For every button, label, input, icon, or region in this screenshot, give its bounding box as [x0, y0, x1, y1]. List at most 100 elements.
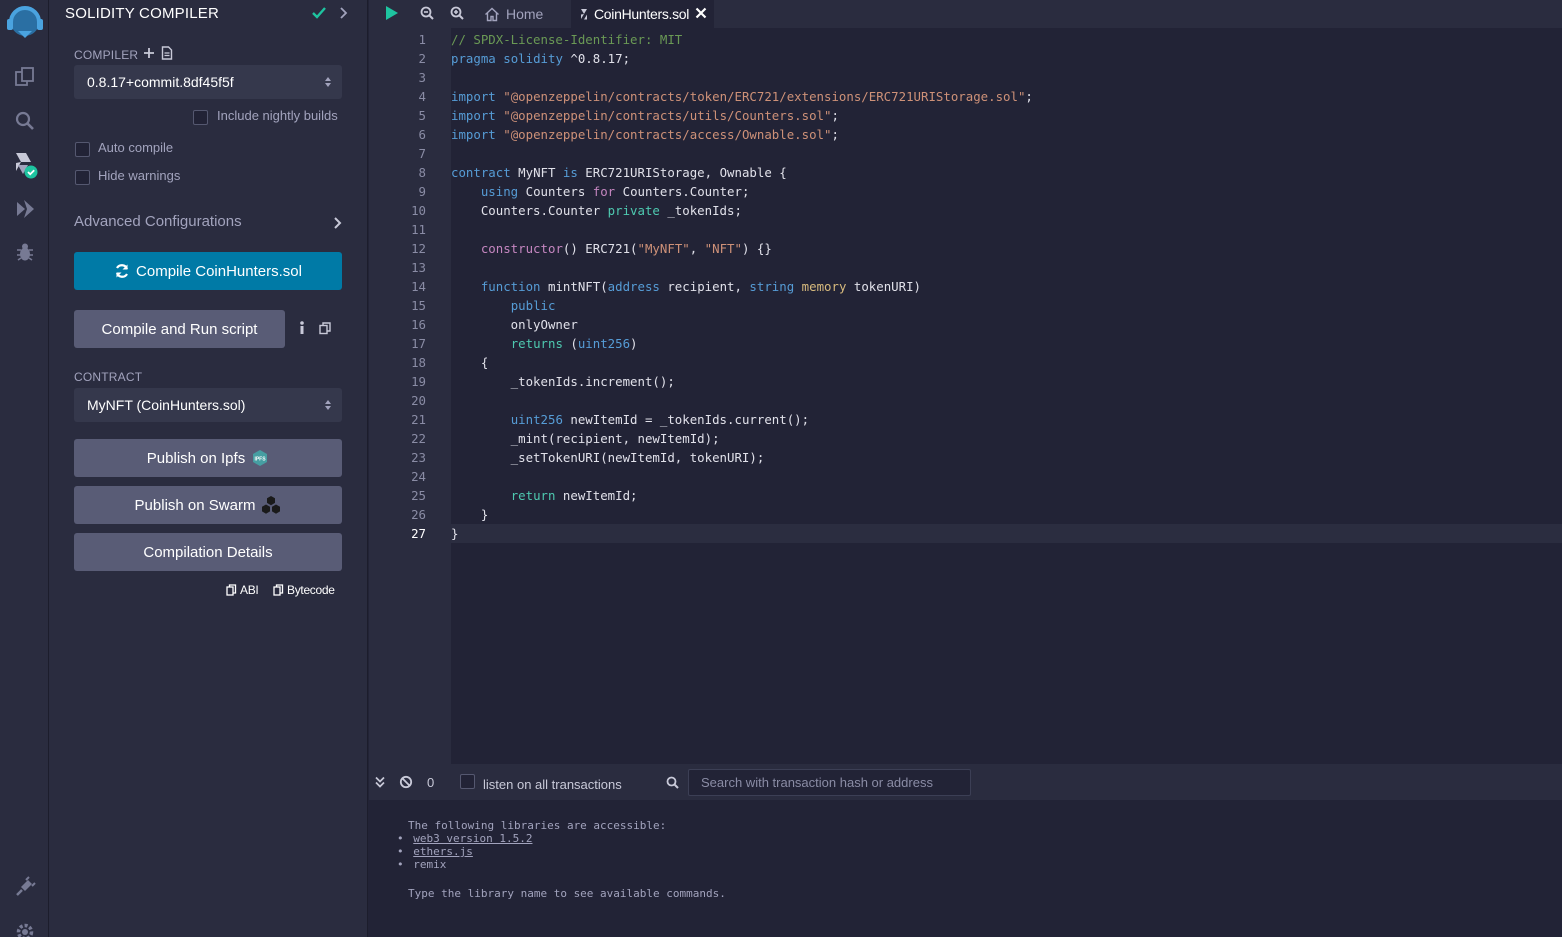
debugger-icon[interactable]: [0, 232, 49, 272]
code-line[interactable]: [451, 220, 1562, 239]
code-line[interactable]: [451, 258, 1562, 277]
code-line[interactable]: [451, 467, 1562, 486]
tab-home[interactable]: Home: [484, 0, 543, 28]
library-list: • web3 version 1.5.2 • ethers.js • remix: [397, 832, 532, 871]
copy-icon[interactable]: [319, 322, 331, 335]
code-token: ^0.8.17;: [562, 51, 631, 66]
web3-link[interactable]: web3 version 1.5.2: [413, 832, 532, 845]
zoom-in-icon[interactable]: [450, 6, 464, 20]
contract-value: MyNFT (CoinHunters.sol): [87, 397, 246, 413]
code-line[interactable]: _setTokenURI(newItemId, tokenURI);: [451, 448, 1562, 467]
add-compiler-icon[interactable]: [143, 47, 155, 59]
compilation-details-button[interactable]: Compilation Details: [74, 533, 342, 571]
code-token: ERC721URIStorage, Ownable {: [577, 165, 787, 180]
deploy-run-icon[interactable]: [0, 189, 49, 229]
code-line[interactable]: // SPDX-License-Identifier: MIT: [451, 30, 1562, 49]
code-token: solidity: [503, 51, 563, 66]
tx-search-input[interactable]: Search with transaction hash or address: [688, 769, 971, 796]
code-line[interactable]: import "@openzeppelin/contracts/utils/Co…: [451, 106, 1562, 125]
ethers-link[interactable]: ethers.js: [413, 845, 473, 858]
run-script-icon[interactable]: [385, 5, 399, 21]
close-tab-icon[interactable]: [694, 6, 708, 20]
publish-ipfs-button[interactable]: Publish on Ipfs IPFS: [74, 439, 342, 477]
code-editor[interactable]: 1 2 3 4 5 6 7 8 9 10 11 12 13 14 15 16 17 18 19 20 21 22 23 24 2…: [369, 28, 1562, 764]
line-number: 12: [411, 241, 426, 256]
solidity-compiler-icon[interactable]: [0, 145, 49, 185]
code-token: for: [592, 184, 616, 199]
compiler-label: COMPILER: [74, 48, 139, 62]
clear-console-icon[interactable]: [399, 775, 413, 789]
list-item: • remix: [397, 858, 447, 871]
chevron-right-icon[interactable]: [339, 6, 349, 20]
code-token: is: [562, 165, 578, 180]
code-line[interactable]: uint256 newItemId = _tokenIds.current();: [451, 410, 1562, 429]
code-line[interactable]: constructor() ERC721("MyNFT", "NFT") {}: [451, 239, 1562, 258]
code-line[interactable]: import "@openzeppelin/contracts/access/O…: [451, 125, 1562, 144]
line-number: 3: [418, 70, 426, 85]
code-line[interactable]: [451, 391, 1562, 410]
bytecode-label: Bytecode: [287, 583, 335, 597]
copy-icon: [226, 584, 237, 596]
code-line[interactable]: public: [451, 296, 1562, 315]
code-line[interactable]: [451, 144, 1562, 163]
contract-select[interactable]: MyNFT (CoinHunters.sol): [74, 388, 342, 422]
listen-all-tx-checkbox[interactable]: [460, 774, 475, 789]
compiler-version-select[interactable]: 0.8.17+commit.8df45f5f: [74, 65, 342, 99]
code-line[interactable]: pragma solidity ^0.8.17;: [451, 49, 1562, 68]
code-token: mintNFT(: [540, 279, 608, 294]
compile-run-script-button[interactable]: Compile and Run script: [74, 310, 285, 348]
chevron-right-icon[interactable]: [333, 216, 343, 230]
tab-home-label: Home: [506, 6, 544, 22]
hide-warnings-label: Hide warnings: [98, 168, 181, 183]
tab-coinhunters-sol[interactable]: CoinHunters.sol: [571, 0, 714, 28]
list-item[interactable]: • web3 version 1.5.2: [397, 832, 532, 845]
contract-label: CONTRACT: [74, 370, 143, 384]
code-line[interactable]: using Counters for Counters.Counter;: [451, 182, 1562, 201]
list-item[interactable]: • ethers.js: [397, 845, 532, 858]
zoom-out-icon[interactable]: [420, 6, 434, 20]
copy-abi-button[interactable]: ABI: [226, 583, 259, 597]
settings-gear-icon[interactable]: [0, 910, 49, 937]
file-explorer-icon[interactable]: [0, 57, 49, 97]
plugin-manager-icon[interactable]: [0, 867, 49, 907]
home-icon: [485, 7, 499, 21]
info-icon[interactable]: [299, 321, 305, 335]
code-token: Counters: [518, 184, 593, 199]
code-line[interactable]: function mintNFT(address recipient, stri…: [451, 277, 1562, 296]
code-token: Counters.Counter;: [615, 184, 750, 199]
code-line[interactable]: Counters.Counter private _tokenIds;: [451, 201, 1562, 220]
code-line[interactable]: return newItemId;: [451, 486, 1562, 505]
code-line[interactable]: import "@openzeppelin/contracts/token/ER…: [451, 87, 1562, 106]
code-token: }: [451, 507, 489, 522]
search-icon[interactable]: [0, 101, 49, 141]
advanced-configurations-toggle[interactable]: Advanced Configurations: [74, 213, 242, 230]
auto-compile-checkbox[interactable]: [75, 142, 90, 157]
remix-logo-icon[interactable]: [0, 0, 49, 44]
include-nightly-checkbox[interactable]: [193, 110, 208, 125]
code-line[interactable]: returns (uint256): [451, 334, 1562, 353]
code-line[interactable]: }: [451, 524, 1562, 543]
code-line[interactable]: }: [451, 505, 1562, 524]
hide-warnings-checkbox[interactable]: [75, 170, 90, 185]
line-number: 10: [411, 203, 426, 218]
ipfs-logo-icon: IPFS: [253, 450, 268, 466]
tx-search-placeholder: Search with transaction hash or address: [701, 775, 933, 790]
publish-swarm-button[interactable]: Publish on Swarm: [74, 486, 342, 524]
code-line[interactable]: onlyOwner: [451, 315, 1562, 334]
code-line[interactable]: {: [451, 353, 1562, 372]
code-token: MyNFT: [510, 165, 563, 180]
code-line[interactable]: _tokenIds.increment();: [451, 372, 1562, 391]
code-line[interactable]: contract MyNFT is ERC721URIStorage, Owna…: [451, 163, 1562, 182]
line-number: 14: [411, 279, 426, 294]
code-line[interactable]: _mint(recipient, newItemId);: [451, 429, 1562, 448]
code-token: address: [607, 279, 660, 294]
terminal-output[interactable]: The following libraries are accessible: …: [369, 800, 1562, 937]
file-icon[interactable]: [161, 46, 173, 60]
collapse-terminal-icon[interactable]: [375, 776, 385, 788]
code-line[interactable]: [451, 68, 1562, 87]
copy-bytecode-button[interactable]: Bytecode: [273, 583, 335, 597]
code-token: ,: [689, 241, 705, 256]
icon-rail: [0, 0, 49, 937]
compile-button[interactable]: Compile CoinHunters.sol: [74, 252, 342, 290]
